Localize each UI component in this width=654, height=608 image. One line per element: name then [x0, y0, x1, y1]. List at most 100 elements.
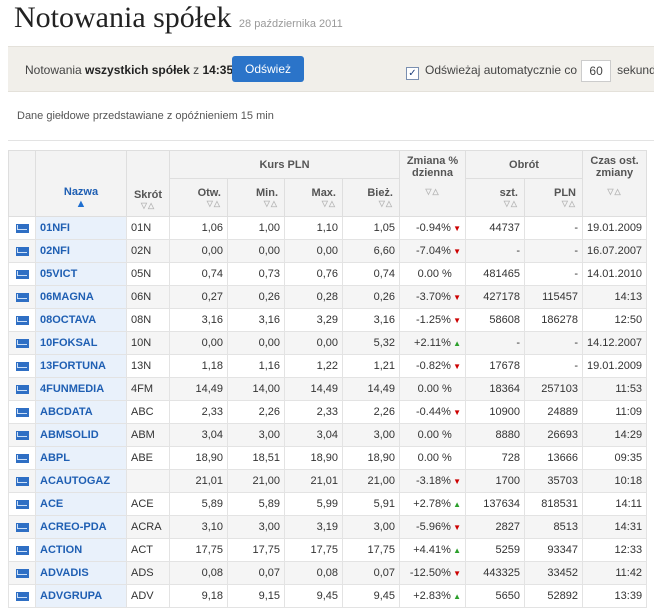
max-cell: 0,00	[284, 331, 343, 355]
last-change-time-cell: 11:42	[581, 561, 648, 585]
sort-by-qty[interactable]: szt. ▽△	[465, 178, 525, 217]
change-value: -0.44%	[416, 406, 451, 418]
mail-alert-icon[interactable]	[15, 338, 29, 348]
max-cell: 14,49	[284, 377, 343, 401]
mail-alert-icon[interactable]	[15, 545, 29, 555]
change-cell: -5.96% ▼	[399, 515, 466, 539]
table-row: ACE ACE 5,89 5,89 5,99 5,91 +2.78% ▲ 137634 8185…	[8, 492, 648, 516]
mail-alert-icon[interactable]	[15, 453, 29, 463]
company-link[interactable]: ACAUTOGAZ	[40, 475, 110, 487]
mail-alert-icon[interactable]	[15, 292, 29, 302]
mail-alert-icon[interactable]	[15, 223, 29, 233]
open-cell: 0,27	[169, 285, 228, 309]
mail-alert-icon[interactable]	[15, 269, 29, 279]
mail-alert-icon[interactable]	[15, 361, 29, 371]
company-link[interactable]: 01NFI	[40, 222, 70, 234]
current-cell: 2,26	[342, 400, 400, 424]
sort-by-min[interactable]: Min. ▽△	[227, 178, 285, 217]
open-cell: 1,06	[169, 216, 228, 240]
company-link[interactable]: 02NFI	[40, 245, 70, 257]
mail-alert-icon[interactable]	[15, 407, 29, 417]
seconds-input[interactable]: 60	[581, 60, 612, 82]
company-link[interactable]: ACE	[40, 498, 63, 510]
max-cell: 18,90	[284, 446, 343, 470]
change-cell: 0.00 %	[399, 446, 466, 470]
company-link[interactable]: 13FORTUNA	[40, 360, 106, 372]
company-link[interactable]: ADVGRUPA	[40, 590, 102, 602]
company-link[interactable]: 05VICT	[40, 268, 77, 280]
company-name-cell: ABPL	[35, 446, 127, 470]
sort-by-ticker[interactable]: Skrót ▽△	[126, 150, 170, 217]
mail-alert-icon[interactable]	[15, 315, 29, 325]
sort-by-max[interactable]: Max. ▽△	[284, 178, 343, 217]
mail-alert-icon[interactable]	[15, 591, 29, 601]
mail-alert-icon[interactable]	[15, 568, 29, 578]
mail-alert-icon[interactable]	[15, 430, 29, 440]
alert-cell	[8, 515, 36, 539]
quotes-table-body: 01NFI 01N 1,06 1,00 1,10 1,05 -0.94% ▼ 44737-19…	[8, 216, 648, 608]
max-cell: 17,75	[284, 538, 343, 562]
mail-alert-icon[interactable]	[15, 499, 29, 509]
last-change-time-cell: 19.01.2009	[581, 354, 648, 378]
alert-cell	[8, 331, 36, 355]
company-name-cell: 02NFI	[35, 239, 127, 263]
max-cell: 2,33	[284, 400, 343, 424]
company-link[interactable]: ADVADIS	[40, 567, 89, 579]
company-link[interactable]: ABCDATA	[40, 406, 93, 418]
company-link[interactable]: ABPL	[40, 452, 70, 464]
seconds-label: sekund	[617, 63, 654, 78]
mail-alert-icon[interactable]	[15, 476, 29, 486]
current-cell: 0,74	[342, 262, 400, 286]
min-cell: 0,00	[227, 239, 285, 263]
change-value: 0.00 %	[417, 452, 452, 464]
change-value: +4.41%	[413, 544, 451, 556]
volume-pln-cell: 186278	[524, 308, 583, 332]
table-row: 05VICT 05N 0,74 0,73 0,76 0,74 0.00 % 481465-1…	[8, 262, 648, 286]
current-cell: 21,00	[342, 469, 400, 493]
open-cell: 0,00	[169, 239, 228, 263]
toolbar: Notowania wszystkich spółek z 14:35 Odśw…	[8, 46, 654, 92]
alert-cell	[8, 239, 36, 263]
sort-by-name[interactable]: Nazwa ▲	[35, 150, 127, 217]
change-value: -12.50%	[409, 567, 451, 579]
change-value: -1.25%	[416, 314, 451, 326]
sort-by-current[interactable]: Bież. ▽△	[342, 178, 400, 217]
sort-by-open[interactable]: Otw. ▽△	[169, 178, 228, 217]
open-cell: 0,74	[169, 262, 228, 286]
company-link[interactable]: ACTION	[40, 544, 82, 556]
min-cell: 3,00	[227, 515, 285, 539]
company-link[interactable]: 10FOKSAL	[40, 337, 97, 349]
company-link[interactable]: 4FUNMEDIA	[40, 383, 104, 395]
quotes-table: Nazwa ▲ Skrót ▽△ Kurs PLN Zmiana % dzienna…	[8, 150, 648, 608]
table-row: ACREO-PDA ACRA 3,10 3,00 3,19 3,00 -5.96% ▼ 282…	[8, 515, 648, 539]
change-cell: -0.44% ▼	[399, 400, 466, 424]
table-row: 10FOKSAL 10N 0,00 0,00 0,00 5,32 +2.11% ▲ - -14.…	[8, 331, 648, 355]
refresh-button[interactable]: Odśwież	[232, 56, 304, 82]
alert-cell	[8, 538, 36, 562]
ticker-cell	[126, 469, 170, 493]
sort-by-time[interactable]: Czas ost. zmiany ▽△	[581, 150, 648, 217]
sort-arrows-icon: ▽△	[561, 199, 576, 208]
mail-alert-icon[interactable]	[15, 246, 29, 256]
alert-cell	[8, 400, 36, 424]
min-cell: 0,73	[227, 262, 285, 286]
min-cell: 1,00	[227, 216, 285, 240]
arrow-up-icon: ▲	[450, 546, 461, 555]
auto-refresh-checkbox[interactable]: ✓	[406, 67, 419, 81]
volume-pln-cell: 257103	[524, 377, 583, 401]
company-link[interactable]: 06MAGNA	[40, 291, 94, 303]
volume-qty-cell: 728	[465, 446, 525, 470]
last-change-time-cell: 11:09	[581, 400, 648, 424]
price-group-header: Kurs PLN	[169, 150, 400, 179]
sort-arrows-icon: ▽△	[378, 199, 393, 208]
open-cell: 3,10	[169, 515, 228, 539]
table-row: 08OCTAVA 08N 3,16 3,16 3,29 3,16 -1.25% ▼ 58608…	[8, 308, 648, 332]
sort-by-change[interactable]: Zmiana % dzienna ▽△	[399, 150, 466, 217]
arrow-up-icon: ▲	[450, 592, 461, 601]
mail-alert-icon[interactable]	[15, 384, 29, 394]
sort-by-pln[interactable]: PLN ▽△	[524, 178, 583, 217]
company-link[interactable]: ABMSOLID	[40, 429, 99, 441]
company-link[interactable]: 08OCTAVA	[40, 314, 96, 326]
mail-alert-icon[interactable]	[15, 522, 29, 532]
company-link[interactable]: ACREO-PDA	[40, 521, 107, 533]
